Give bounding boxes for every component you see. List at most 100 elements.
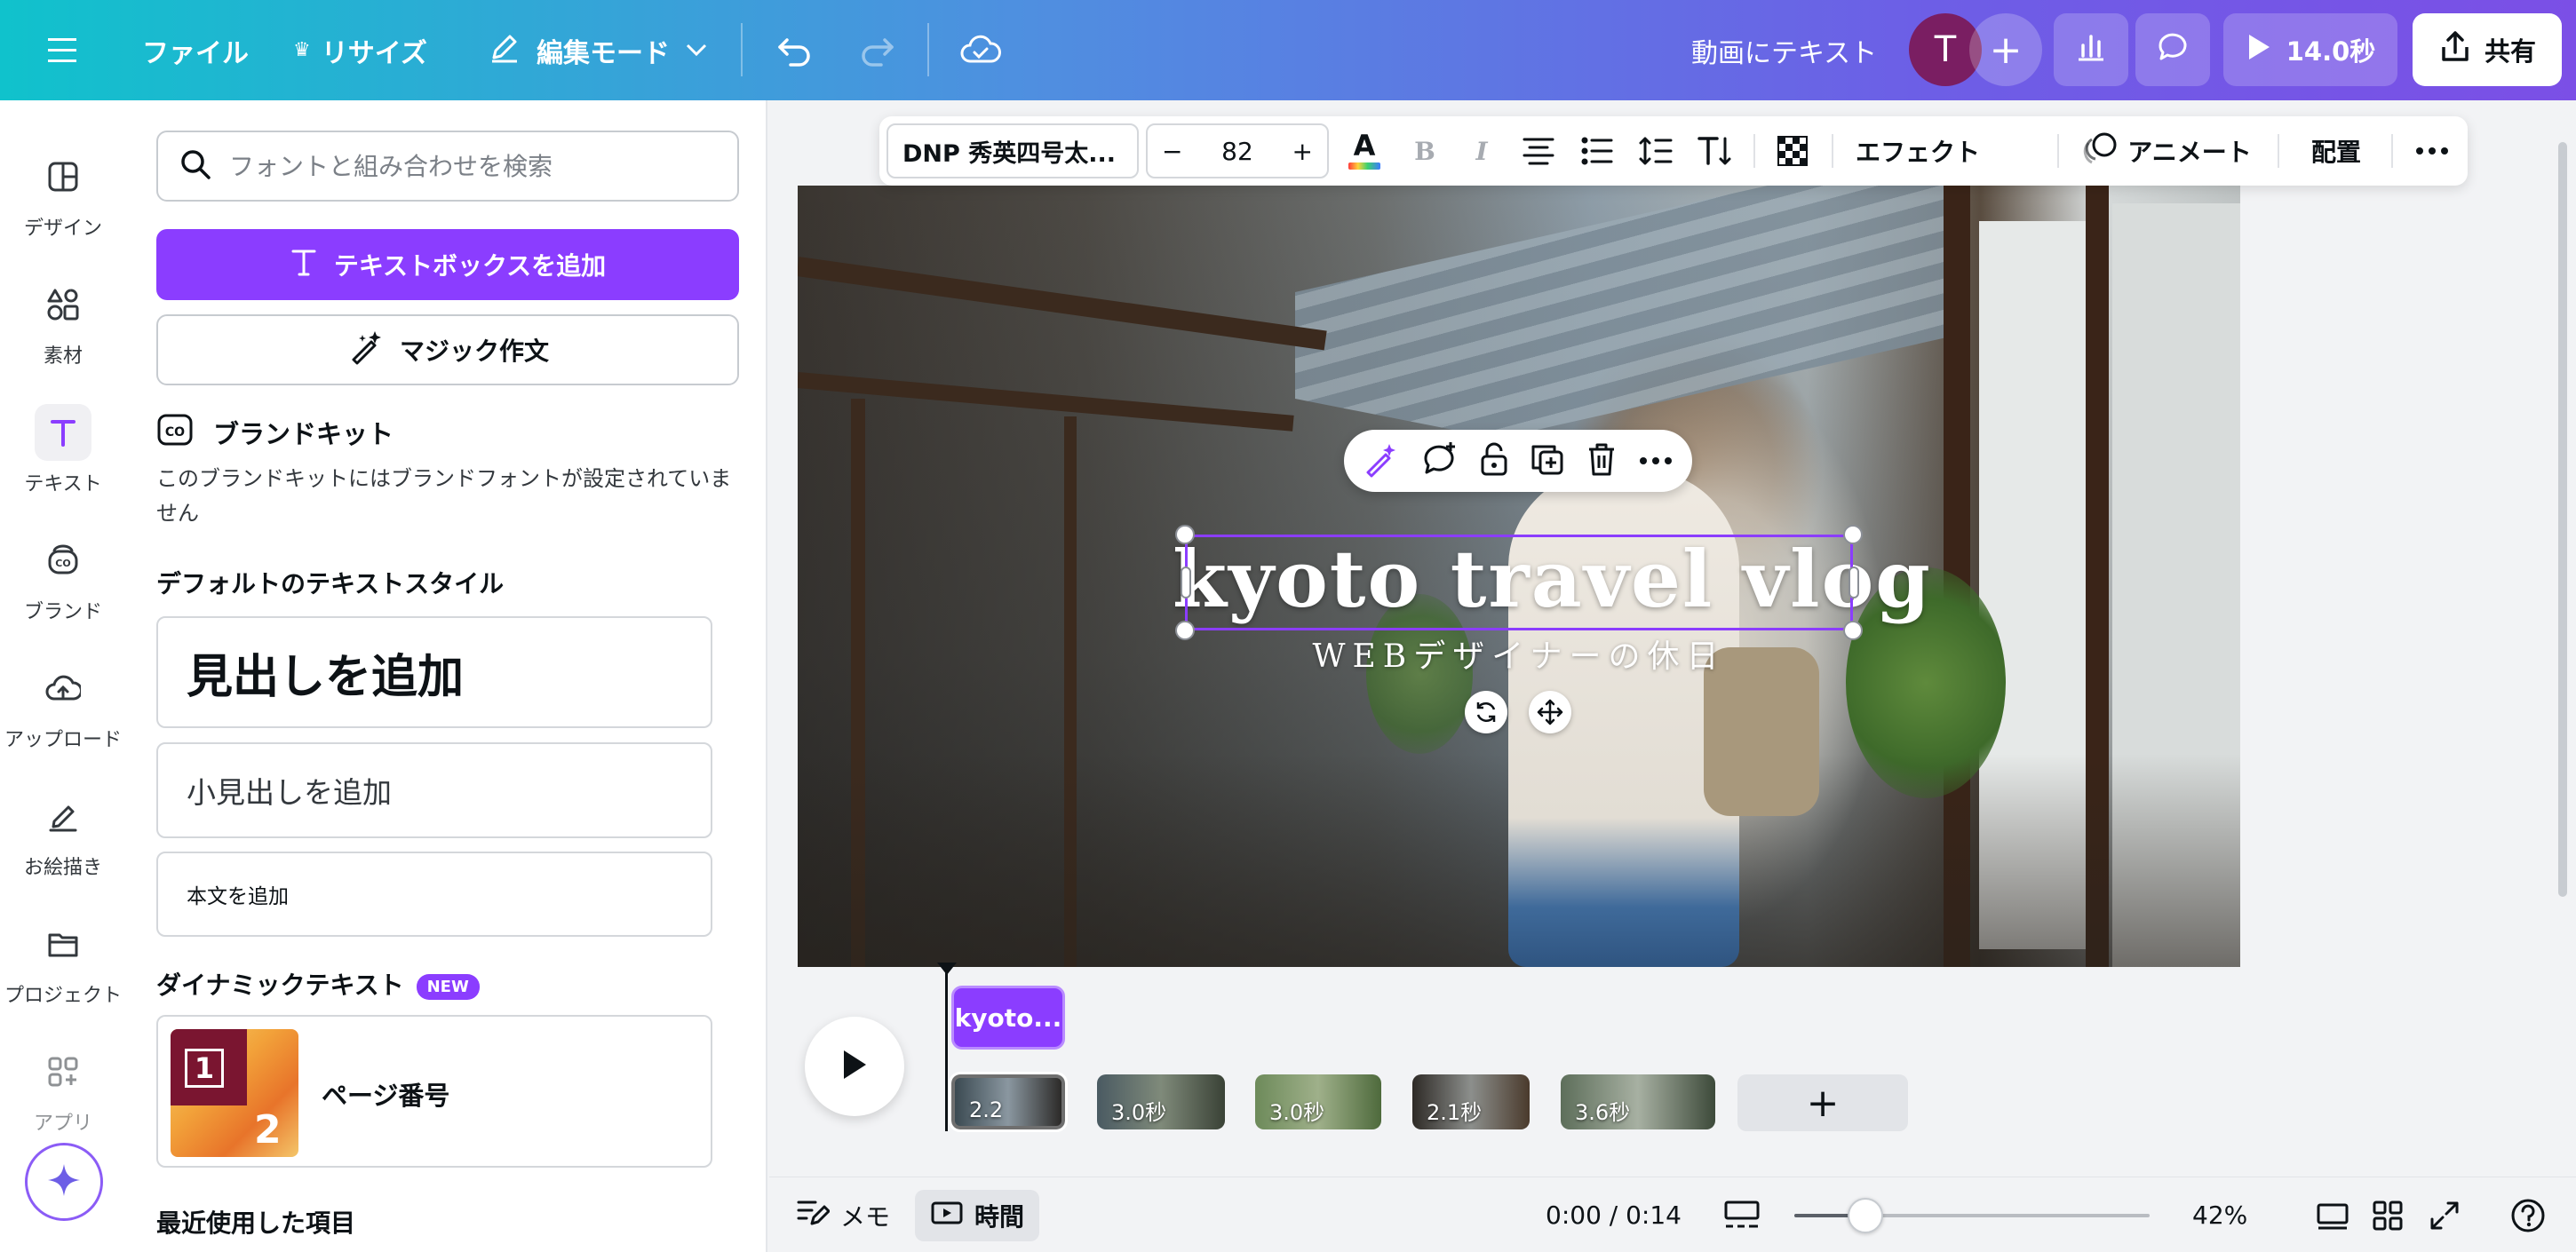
comment-icon [2155, 29, 2190, 71]
zoom-percentage[interactable]: 42% [2192, 1177, 2247, 1252]
timing-button[interactable]: 時間 [915, 1190, 1039, 1241]
file-menu[interactable]: ファイル [142, 0, 249, 100]
subtitle-text-element[interactable]: WEBデザイナーの休日 [1173, 630, 1865, 677]
scene-clip-duration: 2.1秒 [1427, 1100, 1483, 1125]
playhead[interactable] [945, 968, 948, 1131]
resize-handle-bottom-left[interactable] [1175, 621, 1195, 640]
align-center-icon[interactable] [1514, 116, 1563, 186]
zoom-slider-knob[interactable] [1848, 1198, 1883, 1233]
cloud-saved-icon[interactable] [959, 0, 1002, 100]
brand-icon: CO [35, 532, 91, 589]
thumbnail-view-icon[interactable] [1723, 1177, 1761, 1252]
font-size-increase-button[interactable]: + [1292, 137, 1313, 166]
notes-button[interactable]: メモ [796, 1177, 890, 1252]
rail-item-projects[interactable]: プロジェクト [0, 903, 126, 1027]
magic-assistant-button[interactable] [25, 1143, 103, 1221]
resize-handle-left[interactable] [1181, 567, 1191, 598]
magic-edit-icon[interactable] [1363, 440, 1400, 481]
duplicate-icon[interactable] [1530, 441, 1565, 480]
resize-handle-bottom-right[interactable] [1843, 621, 1863, 640]
zoom-slider[interactable] [1794, 1198, 2150, 1233]
rail-item-apps[interactable]: アプリ [0, 1031, 126, 1155]
scene-clip[interactable]: 2.1秒 [1412, 1074, 1530, 1129]
resize-handle-right[interactable] [1849, 567, 1859, 598]
add-subheading-button[interactable]: 小見出しを追加 [156, 742, 712, 838]
scene-clip[interactable]: 2.2 [949, 1072, 1068, 1132]
roof-beam [798, 257, 1327, 351]
text-color-icon[interactable]: A [1340, 116, 1389, 186]
undo-icon[interactable] [775, 0, 814, 100]
resize-menu[interactable]: ♛ リサイズ [293, 0, 427, 100]
text-toolbar: DNP 秀英四号太... − 82 + A B I エフェクト アニメート 配置 [879, 116, 2468, 186]
document-title[interactable]: 動画にテキスト [1691, 0, 1877, 100]
resize-handle-top-right[interactable] [1843, 525, 1863, 544]
font-size-decrease-button[interactable]: − [1162, 137, 1182, 166]
timer-icon [930, 1199, 964, 1233]
dynamic-text-title: ダイナミックテキスト NEW [156, 966, 480, 1002]
bold-icon[interactable]: B [1400, 116, 1450, 186]
add-textbox-button[interactable]: テキストボックスを追加 [156, 229, 739, 300]
canvas-scrollbar[interactable] [2558, 142, 2567, 897]
add-comment-icon[interactable] [1420, 440, 1458, 481]
present-play-button[interactable]: 14.0秒 [2223, 13, 2397, 86]
animate-button[interactable]: アニメート [2073, 116, 2262, 186]
effects-button[interactable]: エフェクト [1848, 116, 1988, 186]
fullscreen-icon[interactable] [2429, 1177, 2461, 1252]
pages-view-icon[interactable] [2315, 1177, 2350, 1252]
italic-icon[interactable]: I [1457, 116, 1507, 186]
share-button[interactable]: 共有 [2413, 13, 2562, 86]
help-icon[interactable] [2510, 1177, 2546, 1252]
grid-view-icon[interactable] [2372, 1177, 2404, 1252]
brand-kit-heading: CO ブランドキット [156, 410, 394, 454]
scene-clip[interactable]: 3.0秒 [1097, 1074, 1225, 1129]
lock-icon[interactable] [1478, 440, 1510, 481]
line-spacing-icon[interactable] [1631, 116, 1681, 186]
elements-icon [35, 276, 91, 333]
rail-item-draw[interactable]: お絵描き [0, 775, 126, 899]
add-body-text-button[interactable]: 本文を追加 [156, 852, 712, 937]
add-heading-button[interactable]: 見出しを追加 [156, 616, 712, 728]
dynamic-text-label: ダイナミックテキスト [156, 971, 404, 1000]
roof-beam [798, 372, 1294, 432]
rotate-icon[interactable] [1465, 691, 1507, 733]
transparency-icon[interactable] [1768, 116, 1817, 186]
magic-write-button[interactable]: マジック作文 [156, 314, 739, 385]
trash-icon[interactable] [1586, 441, 1618, 480]
add-scene-button[interactable]: + [1737, 1074, 1908, 1131]
rail-item-upload[interactable]: アップロード [0, 647, 126, 772]
font-family-dropdown[interactable]: DNP 秀英四号太... [886, 123, 1139, 178]
list-icon[interactable] [1572, 116, 1622, 186]
rail-label: デザイン [23, 218, 102, 240]
scene-clip[interactable]: 3.6秒 [1561, 1074, 1715, 1129]
divider [1753, 134, 1755, 168]
more-options-icon[interactable] [2405, 116, 2459, 186]
redo-icon[interactable] [858, 0, 897, 100]
hamburger-icon[interactable] [44, 0, 80, 100]
text-track-clip[interactable]: kyoto... [951, 986, 1065, 1050]
rail-item-design[interactable]: デザイン [0, 136, 126, 260]
search-input[interactable] [229, 151, 709, 181]
position-button[interactable]: 配置 [2295, 116, 2377, 186]
rail-item-elements[interactable]: 素材 [0, 264, 126, 388]
move-icon[interactable] [1529, 691, 1571, 733]
svg-text:A: A [1354, 129, 1376, 162]
page-number-card[interactable]: 1 2 ページ番号 [156, 1015, 712, 1168]
upload-icon [35, 660, 91, 717]
scene-clip-duration: 3.0秒 [1111, 1100, 1167, 1125]
scene-clip[interactable]: 3.0秒 [1255, 1074, 1381, 1129]
vertical-text-icon[interactable] [1690, 116, 1739, 186]
font-size-value[interactable]: 82 [1221, 137, 1253, 166]
apps-icon [35, 1043, 91, 1100]
insights-button[interactable] [2054, 13, 2128, 86]
comment-button[interactable] [2135, 13, 2210, 86]
font-search[interactable] [156, 131, 739, 202]
more-icon[interactable] [1638, 453, 1674, 470]
notes-label: メモ [840, 1201, 891, 1232]
edit-mode-menu[interactable]: 編集モード [487, 0, 709, 100]
add-collaborator-button[interactable]: + [1969, 13, 2042, 86]
resize-handle-top-left[interactable] [1175, 525, 1195, 544]
resize-label: リサイズ [321, 37, 427, 69]
rail-item-brand[interactable]: CO ブランド [0, 519, 126, 644]
timeline-play-button[interactable] [805, 1017, 904, 1116]
rail-item-text[interactable]: テキスト [0, 392, 126, 516]
